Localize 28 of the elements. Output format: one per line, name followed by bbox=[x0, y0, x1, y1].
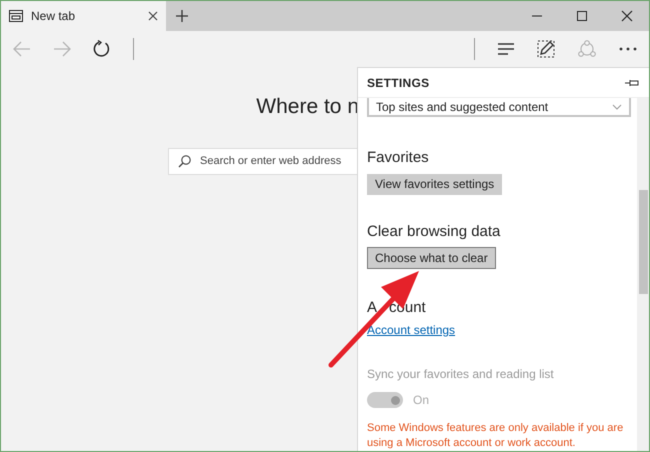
warning-text: Some Windows features are only available if you are using a Microsoft account or work account. bbox=[367, 421, 624, 451]
section-heading: Favorites bbox=[367, 148, 429, 168]
section-heading: A bbox=[367, 298, 378, 318]
pin-icon[interactable] bbox=[625, 78, 639, 86]
refresh-icon[interactable] bbox=[93, 40, 111, 58]
browser-tab[interactable]: New tab bbox=[1, 1, 166, 31]
close-icon[interactable] bbox=[148, 11, 158, 21]
search-icon bbox=[178, 154, 191, 168]
hub-lines-icon[interactable] bbox=[497, 42, 515, 56]
new-tab-icon[interactable] bbox=[176, 10, 188, 22]
more-dots-icon[interactable] bbox=[619, 47, 637, 51]
toggle-label: On bbox=[413, 392, 430, 409]
maximize-icon[interactable] bbox=[576, 10, 588, 22]
page-icon bbox=[9, 10, 23, 22]
close-icon[interactable] bbox=[620, 10, 632, 22]
account-settings-link[interactable]: Account settings bbox=[367, 321, 456, 339]
section-heading: Clear browsing data bbox=[367, 222, 500, 242]
search-field[interactable]: Search or enter web address bbox=[168, 148, 357, 174]
scrollbar-thumb[interactable] bbox=[639, 190, 648, 294]
pen-note-icon[interactable] bbox=[537, 40, 555, 58]
dropdown[interactable]: Top sites and suggested content bbox=[367, 98, 631, 117]
settings-button[interactable]: Choose what to clear bbox=[367, 247, 496, 268]
sync-label: Sync your favorites and reading list bbox=[367, 366, 555, 383]
scrollbar[interactable] bbox=[637, 98, 649, 451]
settings-button[interactable]: View favorites settings bbox=[367, 174, 502, 195]
tab-title: New tab bbox=[31, 8, 76, 25]
chevron-down-icon bbox=[612, 104, 622, 110]
panel-title: SETTINGS bbox=[367, 74, 430, 92]
